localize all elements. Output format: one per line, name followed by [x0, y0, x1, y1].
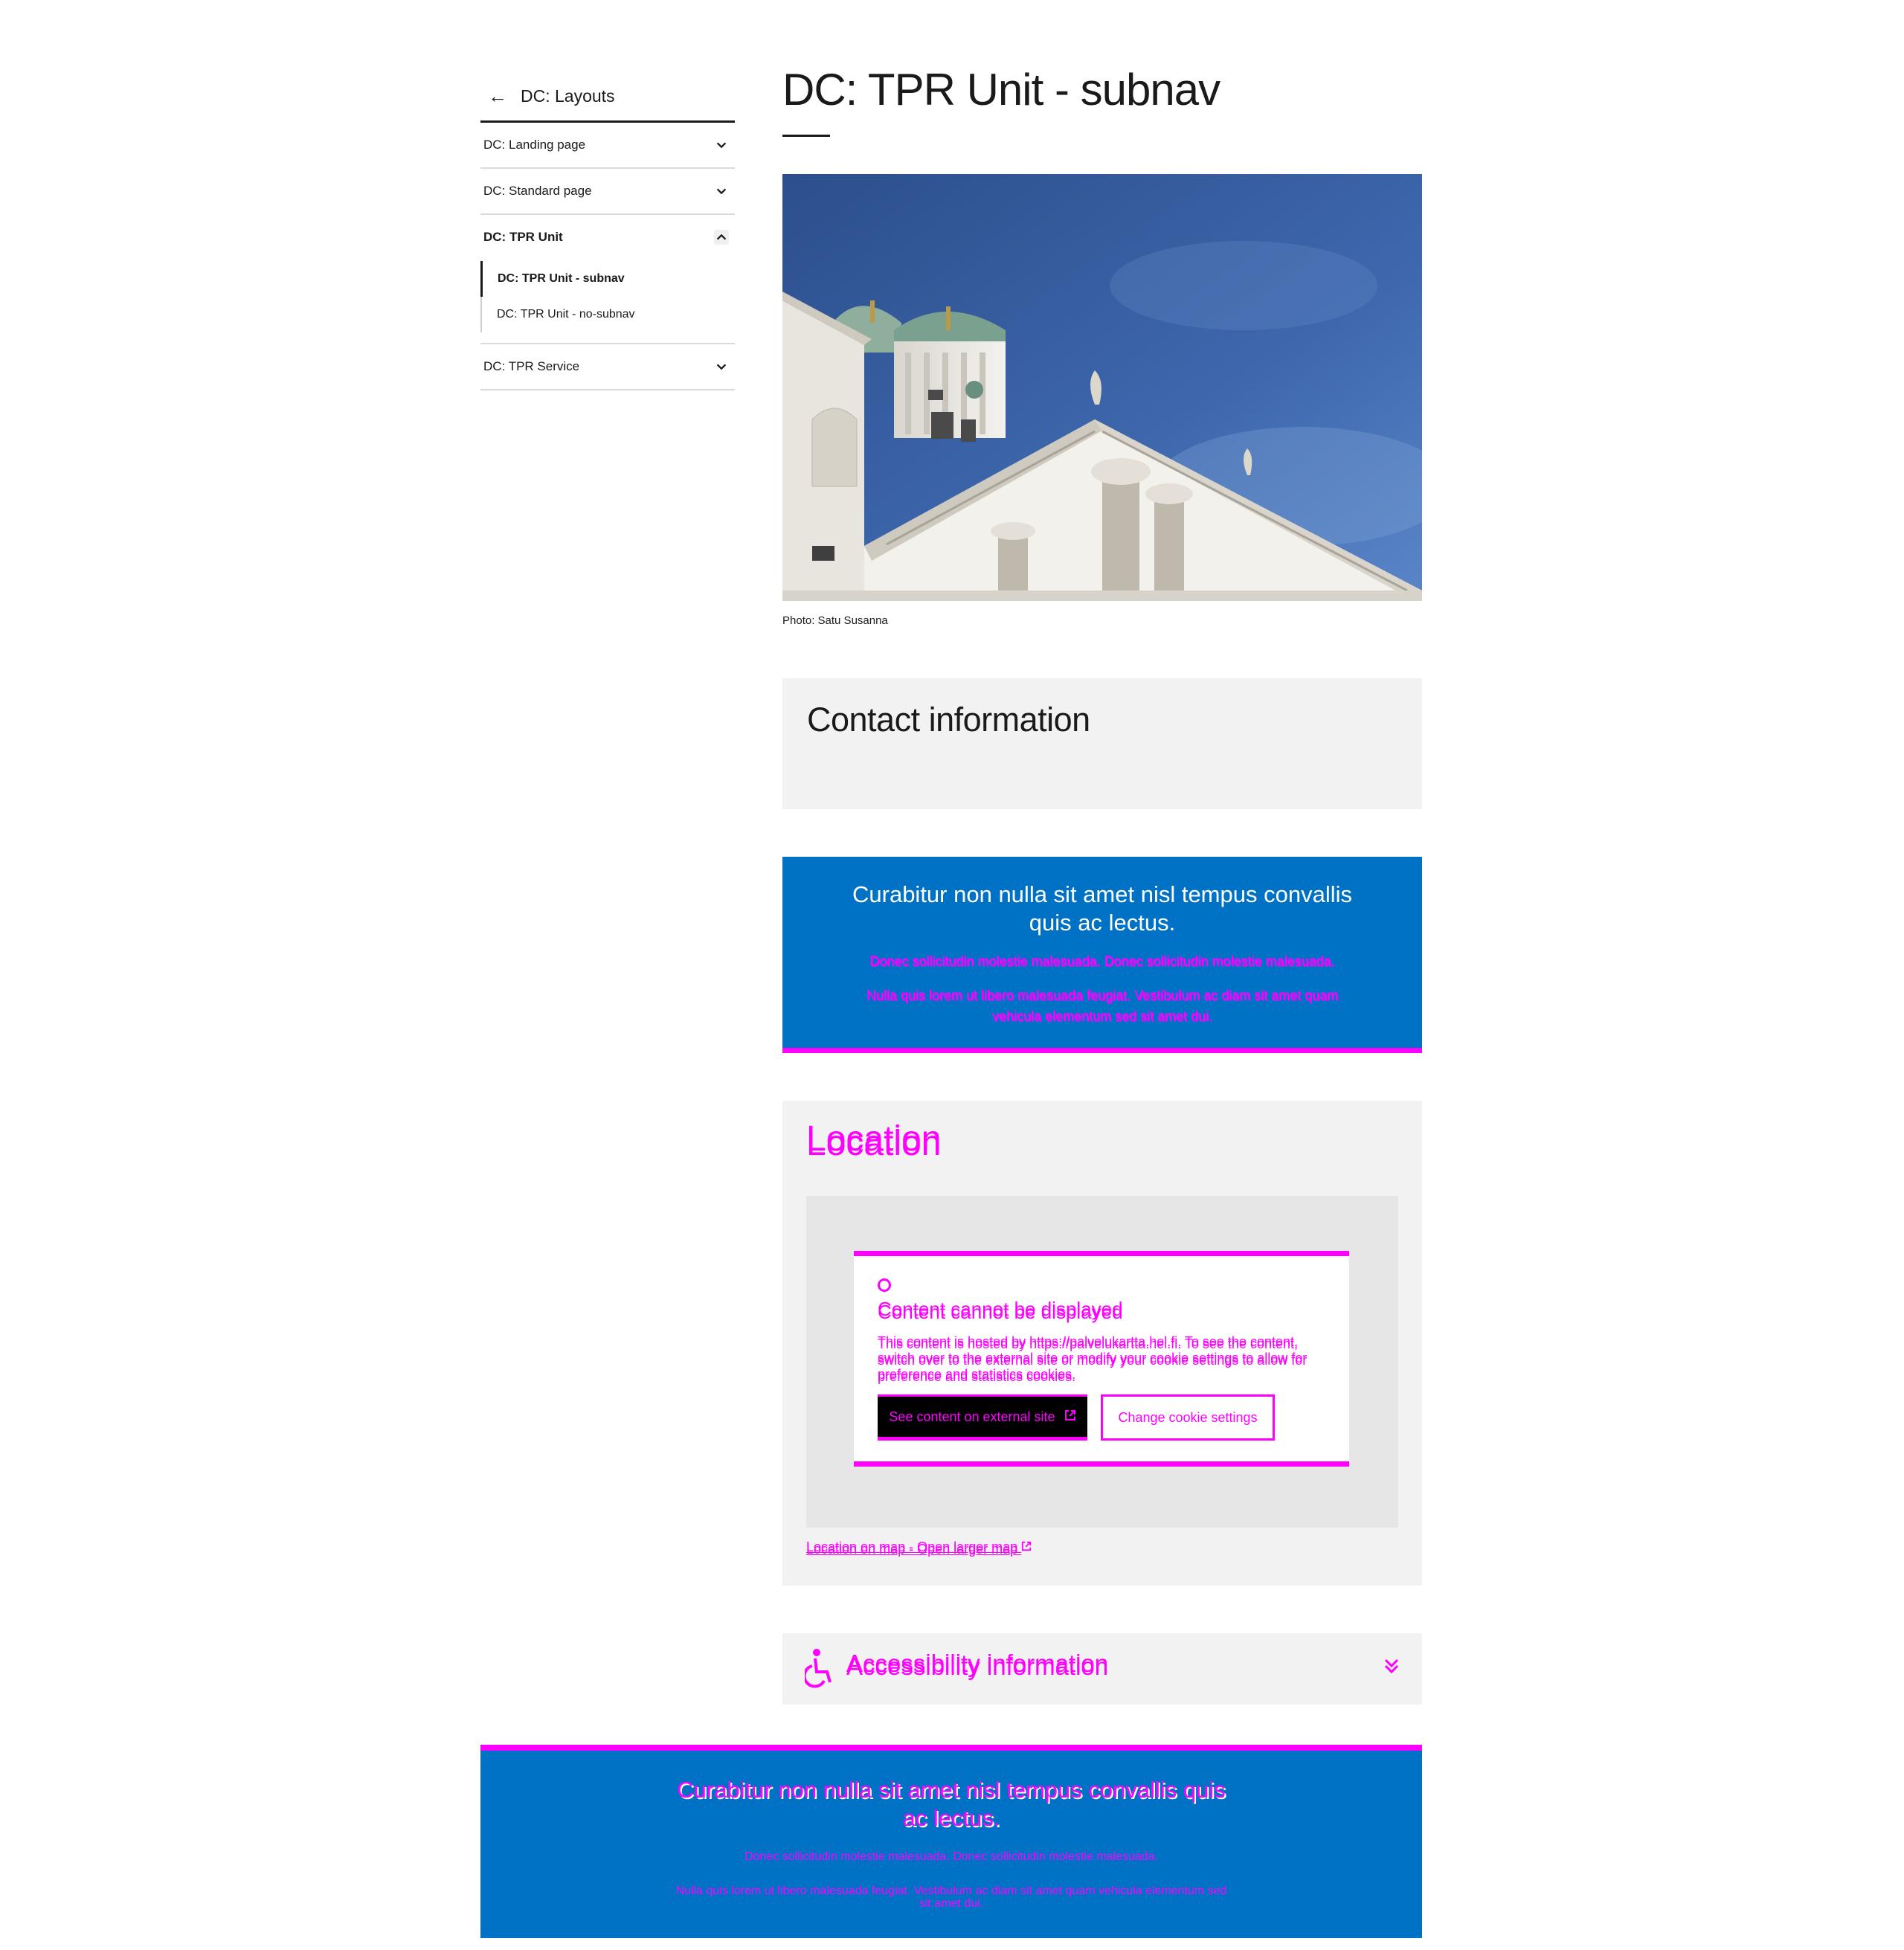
page-title: DC: TPR Unit - subnav [782, 65, 1220, 115]
chevron-down-icon[interactable] [714, 359, 729, 374]
hero-image [782, 174, 1422, 601]
chevron-down-icon[interactable] [714, 138, 729, 152]
info-banner-bottom: Curabitur non nulla sit amet nisl tempus… [480, 1745, 1422, 1938]
sidebar-item-label: DC: TPR Unit [483, 230, 563, 244]
sidebar-subitem-label: DC: TPR Unit - no-subnav [497, 308, 635, 321]
cookie-consent-notice: Content cannot be displayed This content… [854, 1251, 1349, 1467]
side-navigation: ← DC: Layouts DC: Landing page DC: Stand… [480, 71, 735, 390]
consent-title: Content cannot be displayed [878, 1298, 1123, 1320]
sidebar-item-standard-page[interactable]: DC: Standard page [480, 169, 735, 215]
chevron-up-icon[interactable] [714, 230, 729, 245]
location-heading: Location [806, 1119, 942, 1159]
sidebar-subitem-label: DC: TPR Unit - subnav [498, 272, 625, 285]
sidebar-item-label: DC: TPR Service [483, 359, 580, 373]
map-container: Content cannot be displayed This content… [806, 1196, 1398, 1528]
sidebar-item-tpr-service[interactable]: DC: TPR Service [480, 344, 735, 390]
sidebar-item-label: DC: Landing page [483, 138, 586, 152]
banner-text: Nulla quis lorem ut libero malesuada feu… [675, 1885, 1227, 1910]
change-cookie-settings-button[interactable]: Change cookie settings [1101, 1394, 1275, 1441]
map-link-label: Location on map - Open larger map [806, 1539, 1018, 1554]
sidebar-item-label: DC: Standard page [483, 184, 592, 198]
open-larger-map-link[interactable]: Location on map - Open larger map [806, 1539, 1032, 1555]
sidebar-item-landing-page[interactable]: DC: Landing page [480, 123, 735, 169]
accessibility-heading: Accessibility information [846, 1650, 1109, 1677]
see-external-content-button[interactable]: See content on external site [878, 1394, 1087, 1441]
chevron-down-icon[interactable] [1382, 1655, 1401, 1678]
contact-information-section: Contact information [782, 678, 1422, 809]
back-link-label: DC: Layouts [521, 86, 615, 106]
info-icon [878, 1278, 891, 1292]
wheelchair-icon [803, 1648, 834, 1690]
location-section: Location Content cannot be displayed Thi… [782, 1101, 1422, 1586]
external-link-icon [1021, 1539, 1032, 1554]
sidebar-subnav: DC: TPR Unit - subnav DC: TPR Unit - no-… [480, 260, 735, 344]
consent-text: This content is hosted by https://palvel… [878, 1334, 1308, 1382]
title-underline [782, 135, 830, 137]
banner-text: Donec sollicitudin molestie malesuada. D… [744, 1850, 1158, 1863]
accessibility-accordion[interactable]: Accessibility information [782, 1633, 1422, 1705]
info-banner-top: Curabitur non nulla sit amet nisl tempus… [782, 857, 1422, 1053]
back-link[interactable]: ← DC: Layouts [480, 71, 735, 123]
button-label: See content on external site [889, 1409, 1055, 1424]
banner-text: Nulla quis lorem ut libero malesuada feu… [866, 988, 1339, 1023]
external-link-icon [1064, 1409, 1076, 1425]
image-caption: Photo: Satu Susanna [782, 614, 888, 627]
chevron-down-icon[interactable] [714, 184, 729, 199]
sidebar-subitem-tpr-unit-subnav[interactable]: DC: TPR Unit - subnav [480, 261, 735, 297]
sidebar-item-tpr-unit[interactable]: DC: TPR Unit [480, 215, 735, 260]
button-label: Change cookie settings [1118, 1409, 1258, 1425]
sidebar-subitem-tpr-unit-no-subnav[interactable]: DC: TPR Unit - no-subnav [480, 297, 735, 332]
banner-text: Donec sollicitudin molestie malesuada. D… [869, 953, 1335, 968]
contact-heading: Contact information [807, 701, 1090, 739]
arrow-left-icon: ← [488, 84, 507, 107]
banner-title: Curabitur non nulla sit amet nisl tempus… [677, 1777, 1226, 1831]
banner-title: Curabitur non nulla sit amet nisl tempus… [852, 881, 1352, 936]
